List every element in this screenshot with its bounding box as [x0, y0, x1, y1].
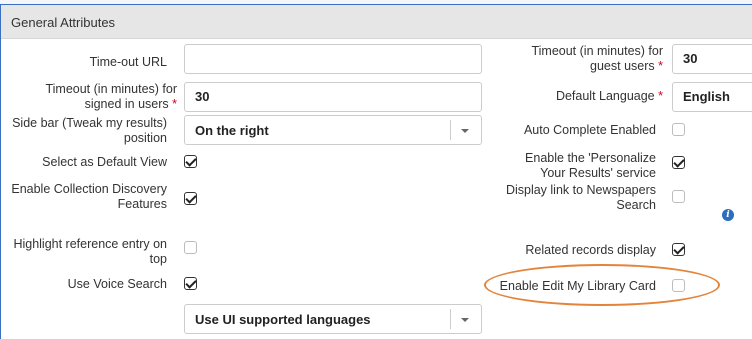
chevron-down-icon — [461, 129, 469, 133]
collection-discovery-checkbox[interactable] — [184, 192, 197, 205]
sidebar-position-select[interactable]: On the right — [184, 115, 482, 145]
select-divider — [450, 309, 451, 329]
languages-select-value: Use UI supported languages — [195, 312, 371, 327]
highlight-reference-label: Highlight reference entry on top — [13, 237, 167, 266]
voice-search-label: Use Voice Search — [67, 277, 167, 291]
select-divider — [450, 120, 451, 140]
timeout-signed-input[interactable]: 30 — [184, 82, 482, 112]
chevron-down-icon — [461, 318, 469, 322]
panel-title: General Attributes — [11, 15, 116, 30]
personalize-checkbox[interactable] — [672, 156, 685, 169]
panel-header: General Attributes — [1, 5, 752, 39]
languages-select[interactable]: Use UI supported languages — [184, 304, 482, 334]
required-marker: * — [658, 89, 663, 103]
timeout-guest-input[interactable]: 30 — [672, 44, 752, 74]
newspapers-label: Display link to Newspapers Search — [505, 183, 656, 212]
info-icon[interactable]: i — [722, 209, 734, 221]
default-language-label: Default Language * — [555, 89, 663, 103]
default-language-select[interactable]: English — [672, 82, 752, 112]
newspapers-checkbox[interactable] — [672, 190, 685, 203]
required-marker: * — [172, 97, 177, 111]
related-records-checkbox[interactable] — [672, 243, 685, 256]
highlight-annotation-oval — [484, 264, 720, 306]
required-marker: * — [658, 59, 663, 73]
sidebar-position-value: On the right — [195, 123, 269, 138]
timeout-url-label: Time-out URL — [89, 55, 167, 69]
auto-complete-label: Auto Complete Enabled — [523, 123, 656, 137]
timeout-url-input[interactable] — [184, 44, 482, 74]
highlight-reference-checkbox[interactable] — [184, 241, 197, 254]
voice-search-checkbox[interactable] — [184, 277, 197, 290]
collection-discovery-label: Enable Collection Discovery Features — [11, 182, 167, 211]
sidebar-position-label: Side bar (Tweak my results) position — [12, 116, 167, 145]
timeout-guest-label: Timeout (in minutes) for guest users * — [531, 44, 663, 73]
default-view-checkbox[interactable] — [184, 155, 197, 168]
timeout-signed-label: Timeout (in minutes) for signed in users… — [45, 82, 177, 111]
default-view-label: Select as Default View — [42, 155, 167, 169]
related-records-label: Related records display — [525, 243, 656, 257]
auto-complete-checkbox[interactable] — [672, 123, 685, 136]
personalize-label: Enable the 'Personalize Your Results' se… — [525, 151, 656, 180]
